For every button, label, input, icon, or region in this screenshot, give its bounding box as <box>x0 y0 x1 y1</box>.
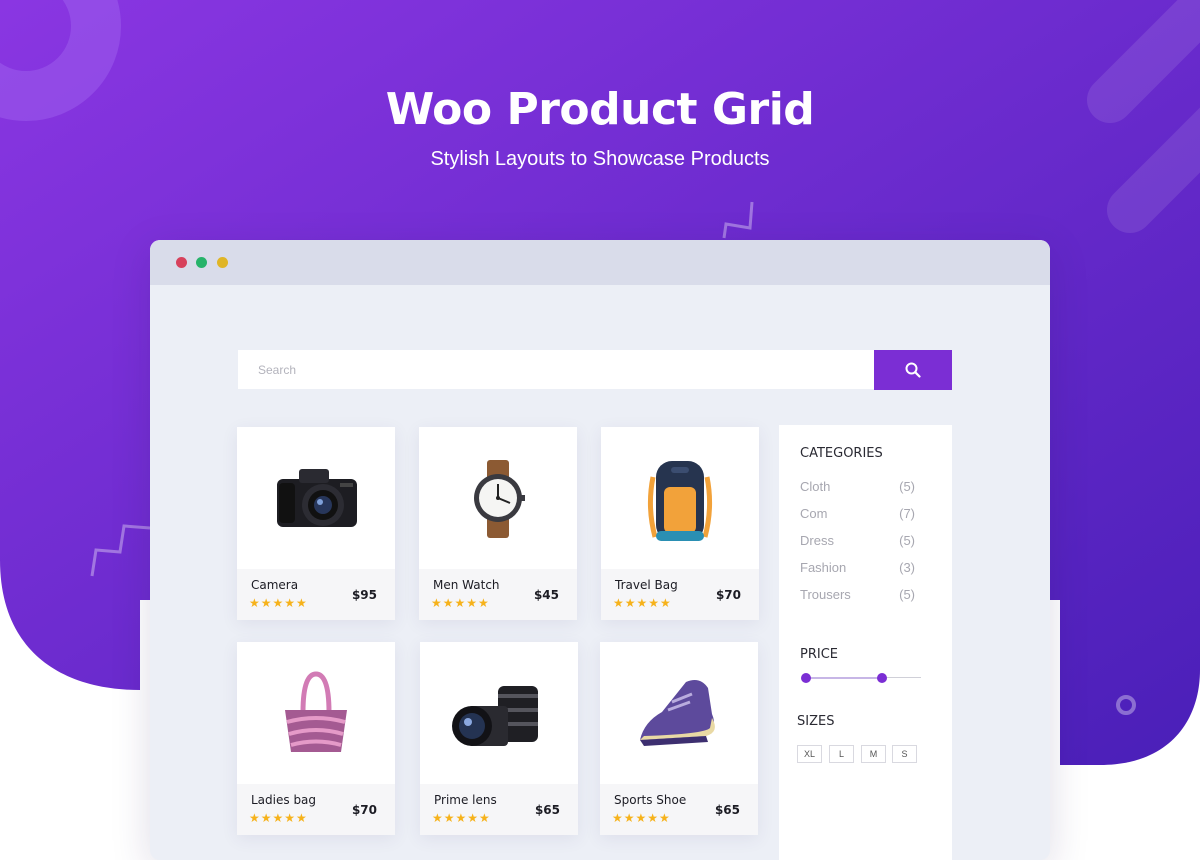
product-name[interactable]: Sports Shoe <box>614 793 686 807</box>
shoe-image <box>640 680 715 746</box>
close-dot[interactable] <box>176 257 187 268</box>
product-info: Men Watch $45 ★★★★★ <box>419 569 577 620</box>
size-option-m[interactable]: M <box>861 745 886 763</box>
category-name[interactable]: Fashion <box>800 560 846 575</box>
price-slider-min-handle[interactable] <box>801 673 811 683</box>
price-heading: PRICE <box>800 647 838 662</box>
product-card-sports-shoe[interactable]: Sports Shoe $65 ★★★★★ <box>600 642 758 835</box>
product-info: Prime lens $65 ★★★★★ <box>420 784 578 835</box>
price-slider-max-handle[interactable] <box>877 673 887 683</box>
category-name[interactable]: Com <box>800 506 827 521</box>
size-option-l[interactable]: L <box>829 745 854 763</box>
product-image[interactable] <box>600 642 758 784</box>
search-bar <box>238 350 874 389</box>
product-info: Sports Shoe $65 ★★★★★ <box>600 784 758 835</box>
product-price: $95 <box>351 588 377 602</box>
page-title: Woo Product Grid <box>385 84 815 135</box>
product-info: Travel Bag $70 ★★★★★ <box>601 569 759 620</box>
category-item-cloth[interactable]: Cloth (5) <box>800 479 915 497</box>
backpack-image <box>647 461 713 541</box>
watch-image <box>474 460 525 538</box>
category-name[interactable]: Trousers <box>800 587 851 602</box>
price-slider-range <box>804 677 881 679</box>
search-button[interactable] <box>874 350 952 390</box>
product-info: Ladies bag $70 ★★★★★ <box>237 784 395 835</box>
category-item-trousers[interactable]: Trousers (5) <box>800 587 915 605</box>
product-card-prime-lens[interactable]: Prime lens $65 ★★★★★ <box>420 642 578 835</box>
maximize-dot[interactable] <box>217 257 228 268</box>
minimize-dot[interactable] <box>196 257 207 268</box>
product-name[interactable]: Men Watch <box>433 578 500 592</box>
product-image[interactable] <box>237 427 395 569</box>
product-info: Camera $95 ★★★★★ <box>237 569 395 620</box>
product-price: $70 <box>715 588 741 602</box>
product-price: $45 <box>533 588 559 602</box>
size-option-xl[interactable]: XL <box>797 745 822 763</box>
lens-image <box>452 686 538 746</box>
page-subtitle: Stylish Layouts to Showcase Products <box>430 148 770 170</box>
category-count: (7) <box>899 506 915 521</box>
product-rating-stars: ★★★★★ <box>431 596 490 610</box>
category-item-dress[interactable]: Dress (5) <box>800 533 915 551</box>
browser-window: Camera $95 ★★★★★ Men Watch $45 ★★★★★ <box>150 240 1050 860</box>
product-name[interactable]: Camera <box>251 578 298 592</box>
category-item-com[interactable]: Com (7) <box>800 506 915 524</box>
product-rating-stars: ★★★★★ <box>249 596 308 610</box>
filter-sidebar: CATEGORIES Cloth (5) Com (7) Dress (5) F… <box>779 425 952 860</box>
product-card-ladies-bag[interactable]: Ladies bag $70 ★★★★★ <box>237 642 395 835</box>
category-name[interactable]: Dress <box>800 533 834 548</box>
product-image[interactable] <box>420 642 578 784</box>
product-card-men-watch[interactable]: Men Watch $45 ★★★★★ <box>419 427 577 620</box>
size-option-s[interactable]: S <box>892 745 917 763</box>
product-rating-stars: ★★★★★ <box>432 811 491 825</box>
product-image[interactable] <box>601 427 759 569</box>
product-name[interactable]: Travel Bag <box>615 578 678 592</box>
category-count: (5) <box>899 587 915 602</box>
product-rating-stars: ★★★★★ <box>612 811 671 825</box>
category-count: (5) <box>899 479 915 494</box>
product-rating-stars: ★★★★★ <box>613 596 672 610</box>
product-price: $65 <box>714 803 740 817</box>
product-card-travel-bag[interactable]: Travel Bag $70 ★★★★★ <box>601 427 759 620</box>
category-name[interactable]: Cloth <box>800 479 830 494</box>
browser-titlebar <box>150 240 1050 285</box>
sizes-heading: SIZES <box>797 714 835 729</box>
product-price: $70 <box>351 803 377 817</box>
product-name[interactable]: Prime lens <box>434 793 497 807</box>
product-name[interactable]: Ladies bag <box>251 793 316 807</box>
search-input[interactable] <box>238 350 874 389</box>
categories-heading: CATEGORIES <box>800 446 883 461</box>
search-icon <box>905 362 921 378</box>
category-count: (3) <box>899 560 915 575</box>
product-image[interactable] <box>237 642 395 784</box>
product-price: $65 <box>534 803 560 817</box>
category-count: (5) <box>899 533 915 548</box>
handbag-image <box>285 671 347 752</box>
camera-image <box>277 469 357 527</box>
product-image[interactable] <box>419 427 577 569</box>
product-card-camera[interactable]: Camera $95 ★★★★★ <box>237 427 395 620</box>
category-item-fashion[interactable]: Fashion (3) <box>800 560 915 578</box>
product-rating-stars: ★★★★★ <box>249 811 308 825</box>
